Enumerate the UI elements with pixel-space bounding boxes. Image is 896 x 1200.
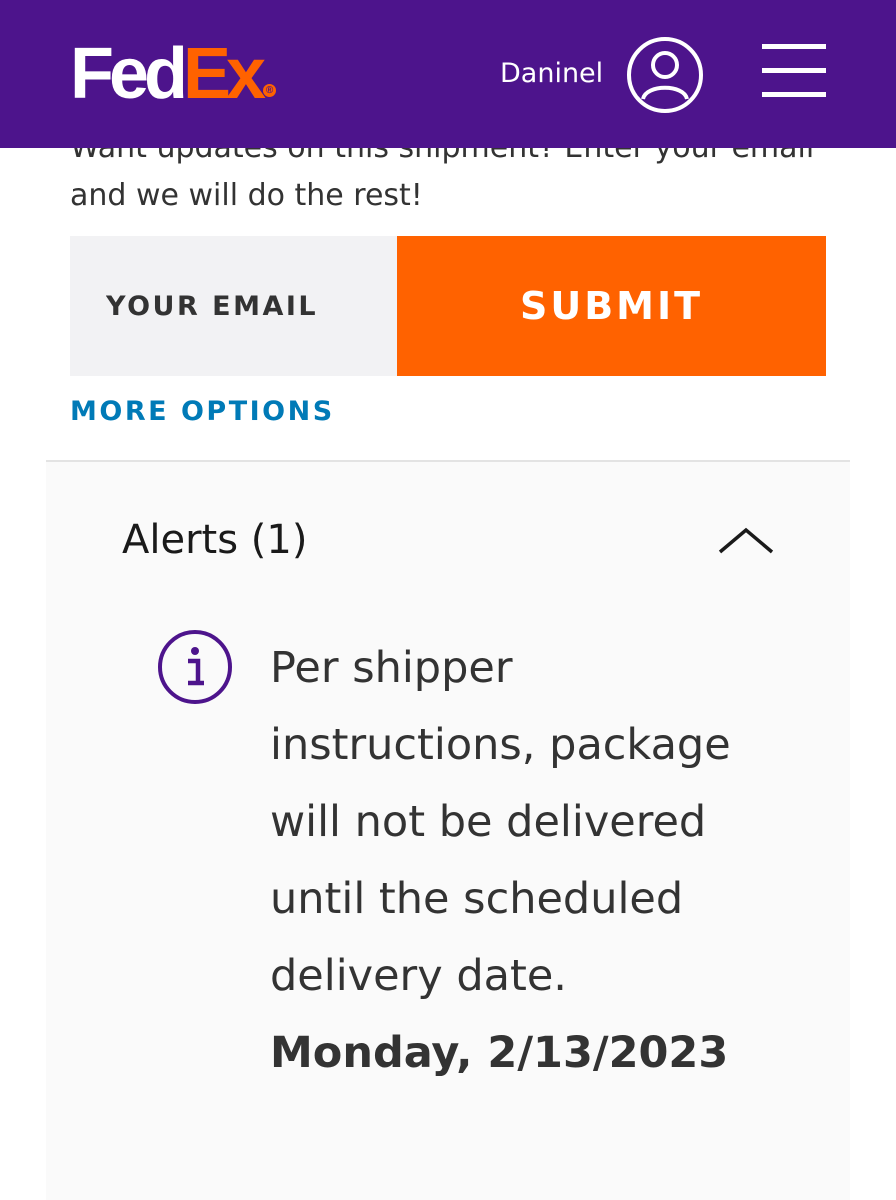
more-options-link[interactable]: MORE OPTIONS	[70, 392, 335, 432]
fedex-tracking-page: FedEx ® Daninel Want updates on this shi…	[0, 0, 896, 1200]
fedex-logo[interactable]: FedEx ®	[70, 34, 276, 114]
logo-fed-text: Fed	[70, 34, 188, 114]
hamburger-menu-icon[interactable]	[762, 44, 826, 98]
alerts-panel: Alerts (1) Per shipper instructions, pac…	[46, 460, 850, 1200]
alerts-toggle[interactable]: Alerts (1)	[46, 462, 850, 612]
submit-button[interactable]: SUBMIT	[397, 236, 826, 376]
alerts-title: Alerts (1)	[122, 517, 308, 563]
email-input[interactable]	[70, 236, 397, 376]
logo-ex-text: Ex	[183, 34, 266, 114]
email-signup-row: SUBMIT	[70, 236, 826, 376]
alert-message-text: Per shipper instructions, package will n…	[270, 643, 731, 1001]
alert-delivery-date: Monday, 2/13/2023	[270, 1028, 729, 1078]
registered-mark: ®	[263, 84, 276, 97]
top-header: FedEx ® Daninel	[0, 0, 896, 148]
info-icon	[158, 630, 232, 704]
user-name[interactable]: Daninel	[500, 56, 620, 92]
chevron-up-icon[interactable]	[716, 524, 776, 556]
user-circle-icon[interactable]	[626, 36, 704, 114]
alert-message: Per shipper instructions, package will n…	[270, 630, 770, 1092]
